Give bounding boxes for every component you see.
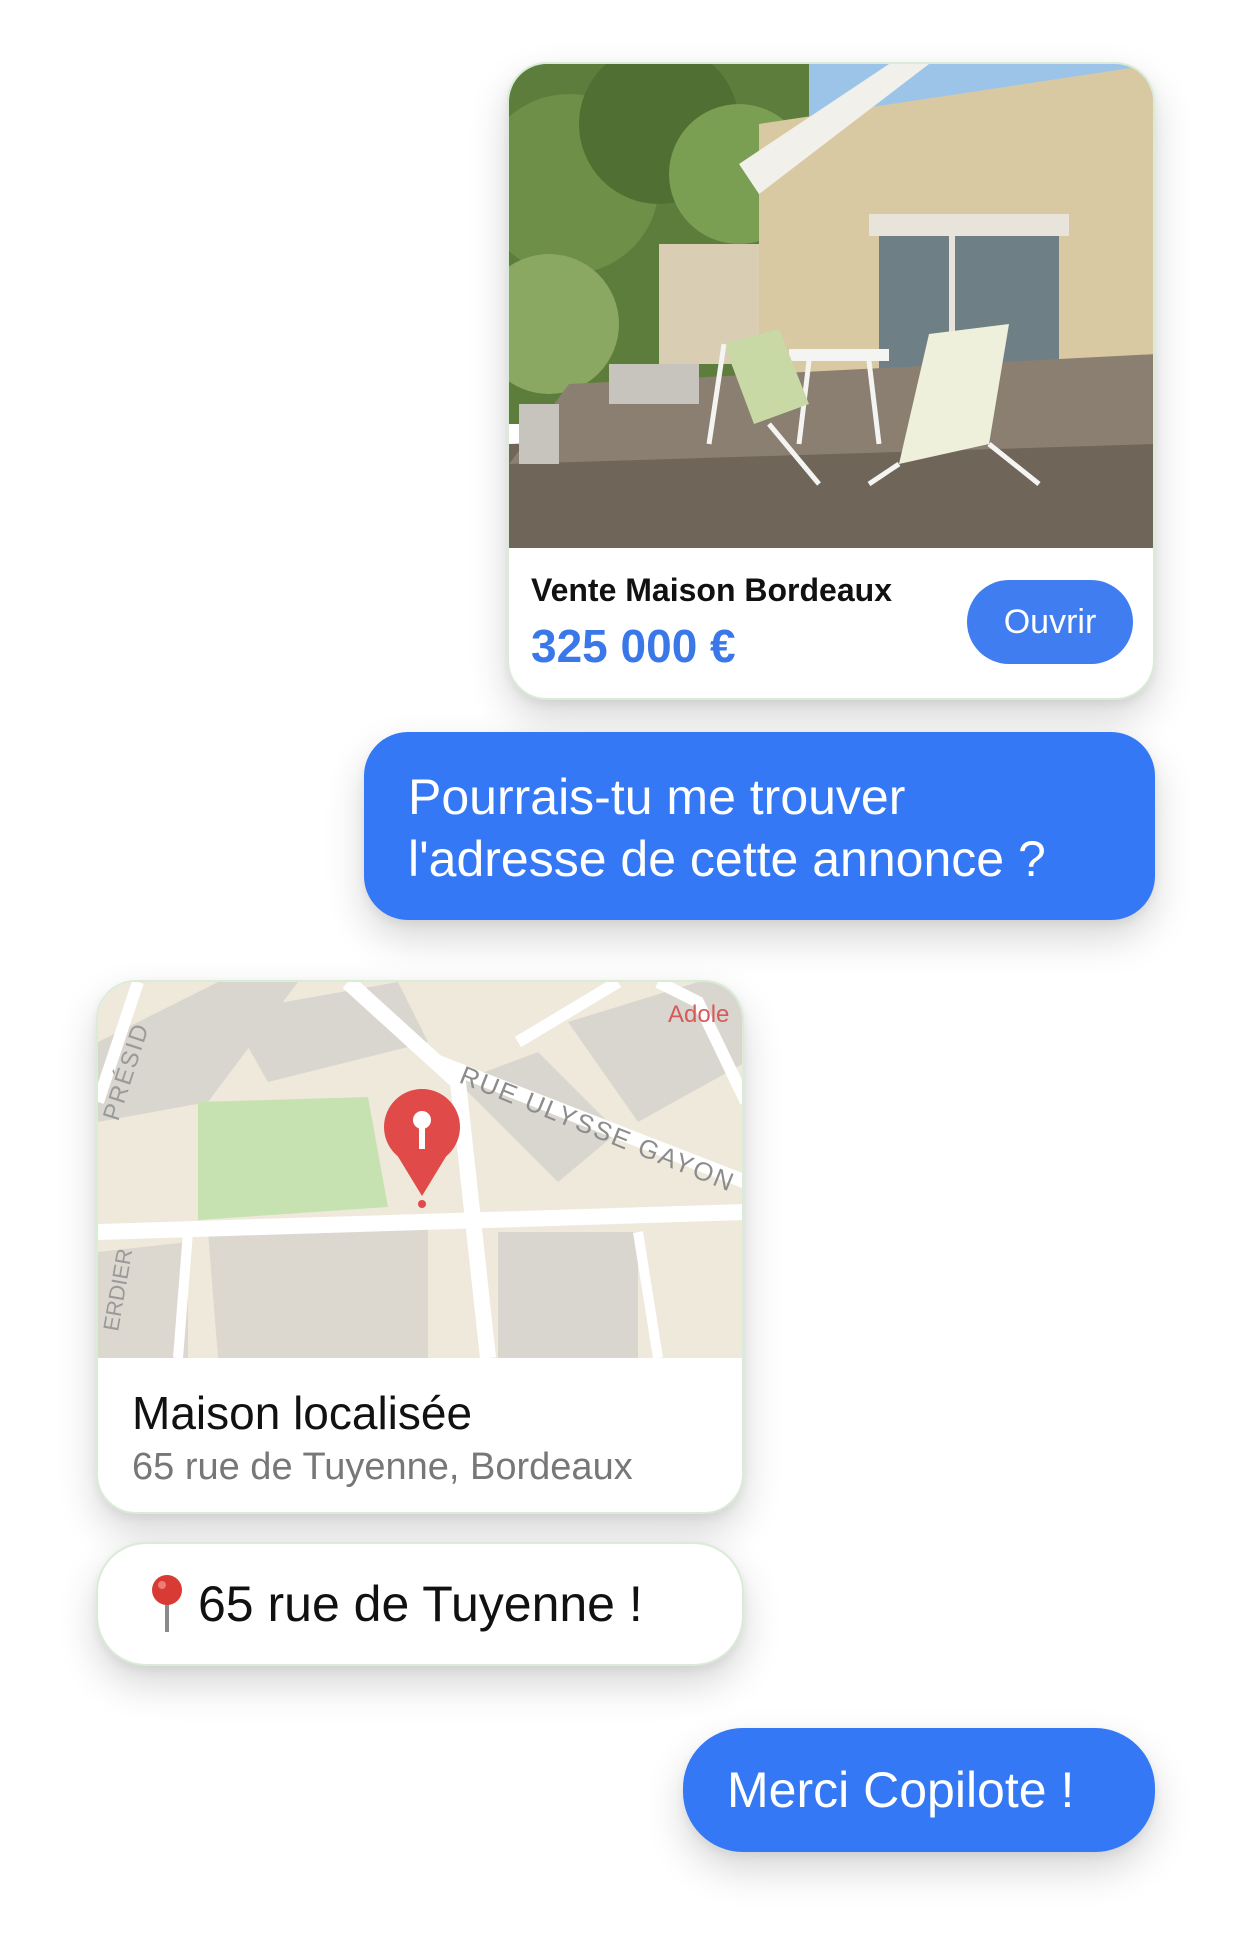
listing-price: 325 000 € [531, 620, 736, 672]
map-labels: RUE ULYSSE GAYON PRÉSID ERDIER Adole [98, 1001, 740, 1333]
location-address: 65 rue de Tuyenne, Bordeaux [132, 1446, 633, 1488]
message-text-line-2: l'adresse de cette annonce ? [408, 831, 1046, 887]
reply-text: 65 rue de Tuyenne ! [198, 1576, 643, 1632]
open-button[interactable]: Ouvrir [967, 580, 1133, 664]
street-label: PRÉSID [98, 1019, 155, 1124]
assistant-message-reply: 65 rue de Tuyenne ! [96, 1542, 744, 1666]
listing-card[interactable]: Vente Maison Bordeaux 325 000 € Ouvrir [507, 62, 1155, 700]
street-label: ERDIER [98, 1247, 137, 1333]
message-text-line-1: Pourrais-tu me trouver [408, 769, 906, 825]
street-label: RUE ULYSSE GAYON [456, 1060, 740, 1198]
location-title: Maison localisée [132, 1387, 473, 1439]
user-message-thanks: Merci Copilote ! [683, 1728, 1155, 1852]
user-message-question: Pourrais-tu me trouver l'adresse de cett… [364, 732, 1155, 920]
pushpin-icon [152, 1575, 182, 1632]
listing-photo [509, 64, 1153, 548]
thanks-text: Merci Copilote ! [727, 1762, 1075, 1818]
place-label: Adole [668, 1001, 729, 1028]
listing-title: Vente Maison Bordeaux [531, 572, 892, 608]
location-card[interactable]: RUE ULYSSE GAYON PRÉSID ERDIER Adole Mai… [96, 980, 744, 1514]
